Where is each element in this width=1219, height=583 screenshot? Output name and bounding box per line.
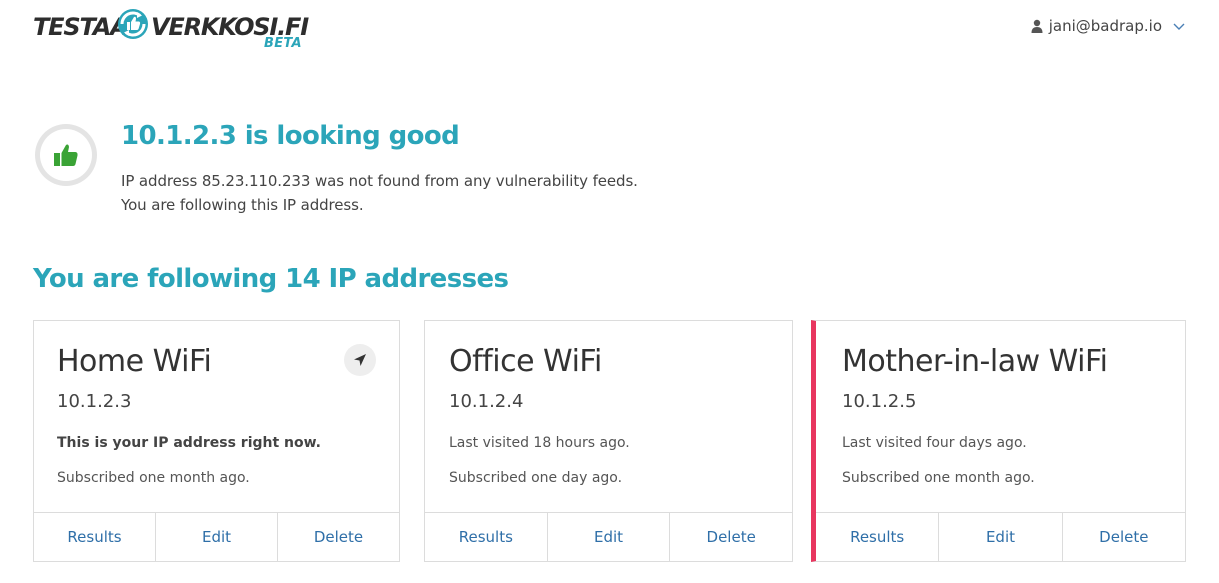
status-badge-inner — [40, 129, 92, 181]
user-menu[interactable]: jani@badrap.io — [1031, 17, 1186, 35]
card-title: Office WiFi — [449, 344, 602, 379]
user-email: jani@badrap.io — [1048, 17, 1162, 35]
ip-card-home-wifi: Home WiFi 10.1.2.3 This is your IP addre… — [33, 320, 400, 562]
card-subscribed: Subscribed one month ago. — [57, 470, 250, 486]
card-ip-address: 10.1.2.4 — [449, 391, 524, 412]
card-ip-address: 10.1.2.3 — [57, 391, 132, 412]
delete-button[interactable]: Delete — [669, 513, 792, 561]
card-actions: Results Edit Delete — [425, 512, 792, 561]
logo-refresh-thumb-icon — [118, 9, 148, 39]
chevron-down-icon — [1173, 23, 1185, 30]
card-title: Mother-in-law WiFi — [842, 344, 1108, 379]
card-note: This is your IP address right now. — [57, 435, 321, 451]
results-button[interactable]: Results — [34, 513, 155, 561]
section-title: You are following 14 IP addresses — [33, 264, 509, 294]
beta-badge: BETA — [264, 36, 302, 51]
delete-button[interactable]: Delete — [277, 513, 399, 561]
status-badge — [35, 124, 97, 186]
location-arrow-icon — [354, 354, 366, 366]
results-button[interactable]: Results — [816, 513, 938, 561]
thumbs-up-icon — [54, 144, 78, 166]
results-button[interactable]: Results — [425, 513, 547, 561]
status-following-note: You are following this IP address. — [121, 196, 364, 214]
edit-button[interactable]: Edit — [938, 513, 1061, 561]
card-title: Home WiFi — [57, 344, 212, 379]
user-icon — [1031, 19, 1043, 33]
ip-card-mother-in-law-wifi: Mother-in-law WiFi 10.1.2.5 Last visited… — [811, 320, 1186, 562]
delete-button[interactable]: Delete — [1061, 513, 1185, 561]
status-title: 10.1.2.3 is looking good — [121, 121, 460, 151]
card-subscribed: Subscribed one day ago. — [449, 470, 623, 486]
logo-text-left: TESTAA — [33, 13, 129, 41]
status-description: IP address 85.23.110.233 was not found f… — [121, 172, 638, 190]
page: TESTAA VERKKOSI.FI BETA jani@badrap.io 1… — [0, 0, 1219, 583]
edit-button[interactable]: Edit — [546, 513, 670, 561]
card-note: Last visited 18 hours ago. — [449, 435, 630, 451]
card-actions: Results Edit Delete — [34, 512, 399, 561]
ip-card-office-wifi: Office WiFi 10.1.2.4 Last visited 18 hou… — [424, 320, 793, 562]
card-actions: Results Edit Delete — [816, 512, 1185, 561]
edit-button[interactable]: Edit — [155, 513, 277, 561]
card-subscribed: Subscribed one month ago. — [842, 470, 1035, 486]
card-ip-address: 10.1.2.5 — [842, 391, 917, 412]
card-note: Last visited four days ago. — [842, 435, 1027, 451]
locate-button[interactable] — [344, 344, 376, 376]
